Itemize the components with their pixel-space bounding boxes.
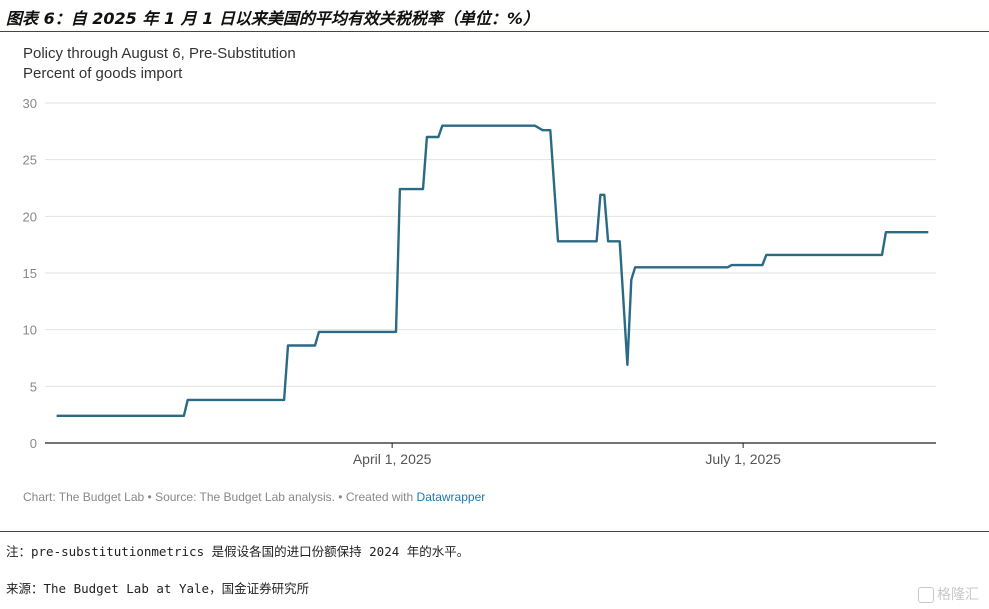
y-tick-label: 25 [23, 153, 37, 168]
source-line: 来源：The Budget Lab at Yale，国金证券研究所 [6, 581, 310, 596]
line-chart: 0 5 10 15 20 25 30 April 1, 2025 July 1, 2025 [23, 96, 936, 467]
y-tick-label: 15 [23, 266, 37, 281]
datawrapper-link[interactable]: Datawrapper [417, 490, 486, 504]
y-tick-label: 10 [23, 323, 37, 338]
y-tick-label: 0 [30, 436, 37, 451]
watermark: 格隆汇 [918, 584, 979, 604]
tariff-rate-line [56, 124, 929, 417]
credit-text: Chart: The Budget Lab • Source: The Budg… [23, 490, 417, 504]
y-tick-label: 30 [23, 96, 37, 111]
y-tick-label: 5 [30, 379, 37, 394]
x-tick-label: July 1, 2025 [705, 451, 781, 467]
y-tick-label: 20 [23, 209, 37, 224]
watermark-text: 格隆汇 [937, 587, 979, 603]
watermark-logo-icon [918, 587, 934, 603]
x-tick-label: April 1, 2025 [353, 451, 432, 467]
chart-credit: Chart: The Budget Lab • Source: The Budg… [23, 490, 485, 504]
bottom-rule [0, 531, 989, 532]
footnote: 注：pre-substitutionmetrics 是假设各国的进口份额保持 2… [6, 544, 470, 559]
